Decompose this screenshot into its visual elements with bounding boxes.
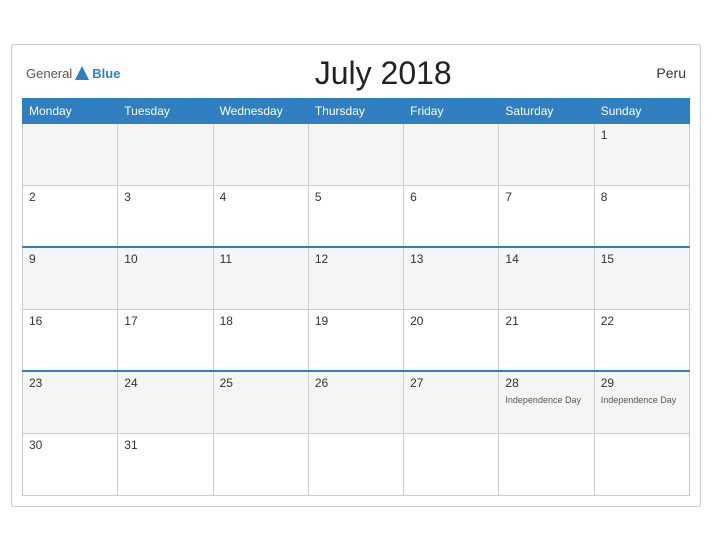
calendar-table: MondayTuesdayWednesdayThursdayFridaySatu… (22, 98, 690, 496)
day-cell: 16 (23, 309, 118, 371)
day-number: 20 (410, 314, 492, 328)
day-number: 16 (29, 314, 111, 328)
day-cell: 21 (499, 309, 594, 371)
week-row-1: 1 (23, 123, 690, 185)
day-number: 9 (29, 252, 111, 266)
day-cell: 23 (23, 371, 118, 433)
logo: General Blue (26, 64, 120, 82)
day-cell: 3 (118, 185, 213, 247)
day-cell: 5 (308, 185, 403, 247)
day-number: 21 (505, 314, 587, 328)
column-header-sunday: Sunday (594, 98, 689, 123)
day-cell (594, 433, 689, 495)
day-number: 31 (124, 438, 206, 452)
day-cell: 30 (23, 433, 118, 495)
day-cell: 8 (594, 185, 689, 247)
day-cell: 28 Independence Day (499, 371, 594, 433)
day-number: 4 (220, 190, 302, 204)
day-cell: 19 (308, 309, 403, 371)
day-cell: 4 (213, 185, 308, 247)
day-number: 29 (601, 376, 683, 390)
calendar-title: July 2018 (120, 55, 646, 92)
day-cell: 14 (499, 247, 594, 309)
day-number: 27 (410, 376, 492, 390)
day-cell (308, 123, 403, 185)
logo-blue: Blue (92, 66, 120, 81)
day-number: 24 (124, 376, 206, 390)
day-number: 7 (505, 190, 587, 204)
logo-icon (73, 64, 91, 82)
day-cell: 15 (594, 247, 689, 309)
day-number: 26 (315, 376, 397, 390)
week-row-4: 16 17 18 19 20 21 22 (23, 309, 690, 371)
week-row-3: 9 10 11 12 13 14 15 (23, 247, 690, 309)
day-cell (23, 123, 118, 185)
day-cell: 11 (213, 247, 308, 309)
day-number: 22 (601, 314, 683, 328)
day-cell: 1 (594, 123, 689, 185)
day-number: 14 (505, 252, 587, 266)
day-number: 23 (29, 376, 111, 390)
day-cell (499, 433, 594, 495)
calendar-header: General Blue July 2018 Peru (22, 55, 690, 92)
column-header-thursday: Thursday (308, 98, 403, 123)
week-row-6: 30 31 (23, 433, 690, 495)
column-header-wednesday: Wednesday (213, 98, 308, 123)
column-header-tuesday: Tuesday (118, 98, 213, 123)
day-event: Independence Day (601, 395, 677, 405)
day-cell: 25 (213, 371, 308, 433)
day-number: 13 (410, 252, 492, 266)
week-row-2: 2345678 (23, 185, 690, 247)
day-cell (118, 123, 213, 185)
day-cell: 13 (404, 247, 499, 309)
day-number: 3 (124, 190, 206, 204)
day-cell: 9 (23, 247, 118, 309)
column-header-saturday: Saturday (499, 98, 594, 123)
day-cell: 24 (118, 371, 213, 433)
day-number: 8 (601, 190, 683, 204)
week-row-5: 23 24 25 26 27 28 Independence Day 29 Independen… (23, 371, 690, 433)
day-event: Independence Day (505, 395, 581, 405)
day-number: 18 (220, 314, 302, 328)
day-number: 12 (315, 252, 397, 266)
column-header-friday: Friday (404, 98, 499, 123)
day-number: 5 (315, 190, 397, 204)
day-cell: 22 (594, 309, 689, 371)
day-cell (404, 123, 499, 185)
day-cell: 20 (404, 309, 499, 371)
day-cell (213, 433, 308, 495)
day-number: 15 (601, 252, 683, 266)
day-number: 30 (29, 438, 111, 452)
day-cell (404, 433, 499, 495)
day-number: 17 (124, 314, 206, 328)
column-header-monday: Monday (23, 98, 118, 123)
day-cell: 26 (308, 371, 403, 433)
day-cell: 7 (499, 185, 594, 247)
day-number: 25 (220, 376, 302, 390)
day-number: 1 (601, 128, 683, 142)
day-number: 28 (505, 376, 587, 390)
day-cell: 10 (118, 247, 213, 309)
day-cell: 29 Independence Day (594, 371, 689, 433)
day-number: 6 (410, 190, 492, 204)
day-cell: 18 (213, 309, 308, 371)
day-cell (308, 433, 403, 495)
day-number: 11 (220, 252, 302, 266)
day-cell: 6 (404, 185, 499, 247)
logo-general: General (26, 66, 72, 81)
day-cell: 2 (23, 185, 118, 247)
calendar-header-row: MondayTuesdayWednesdayThursdayFridaySatu… (23, 98, 690, 123)
day-cell: 17 (118, 309, 213, 371)
day-cell: 12 (308, 247, 403, 309)
day-cell: 31 (118, 433, 213, 495)
calendar-container: General Blue July 2018 Peru MondayTuesda… (11, 44, 701, 507)
day-number: 19 (315, 314, 397, 328)
day-number: 10 (124, 252, 206, 266)
day-cell (213, 123, 308, 185)
country-label: Peru (646, 65, 686, 81)
day-cell (499, 123, 594, 185)
day-number: 2 (29, 190, 111, 204)
day-cell: 27 (404, 371, 499, 433)
